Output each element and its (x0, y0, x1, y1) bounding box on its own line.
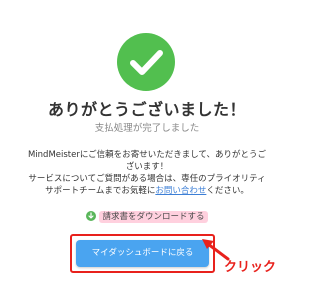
download-icon (86, 211, 97, 221)
back-to-dashboard-button[interactable]: マイダッシュボードに戻る (76, 240, 209, 267)
checkmark-circle-icon (117, 33, 175, 91)
contact-us-link[interactable]: お問い合わせ (155, 186, 206, 196)
download-invoice-link[interactable]: 請求書をダウンロードする (99, 211, 208, 223)
page-subtitle: 支払処理が完了しました (94, 123, 200, 134)
page-title: ありがとうございました！ (47, 100, 246, 119)
thank-you-message: MindMeisterにご信頼をお寄せいただきまして、ありがとうご ざいます！ … (20, 149, 274, 197)
payment-complete-page: ありがとうございました！ 支払処理が完了しました MindMeisterにご信頼… (0, 0, 294, 300)
message-text: サポートチームまでお気軽に (45, 186, 156, 196)
message-text: ください。 (206, 186, 249, 196)
click-annotation-label: クリック (224, 260, 277, 275)
message-line: サービスについてご質問がある場合は、専任のプライオリティ (28, 174, 266, 184)
message-line: MindMeisterにご信頼をお寄せいただきまして、ありがとうご (27, 150, 267, 160)
download-invoice-row: 請求書をダウンロードする (0, 210, 294, 223)
message-line: ざいます！ (125, 162, 169, 172)
message-line: サポートチームまでお気軽にお問い合わせください。 (20, 185, 274, 197)
